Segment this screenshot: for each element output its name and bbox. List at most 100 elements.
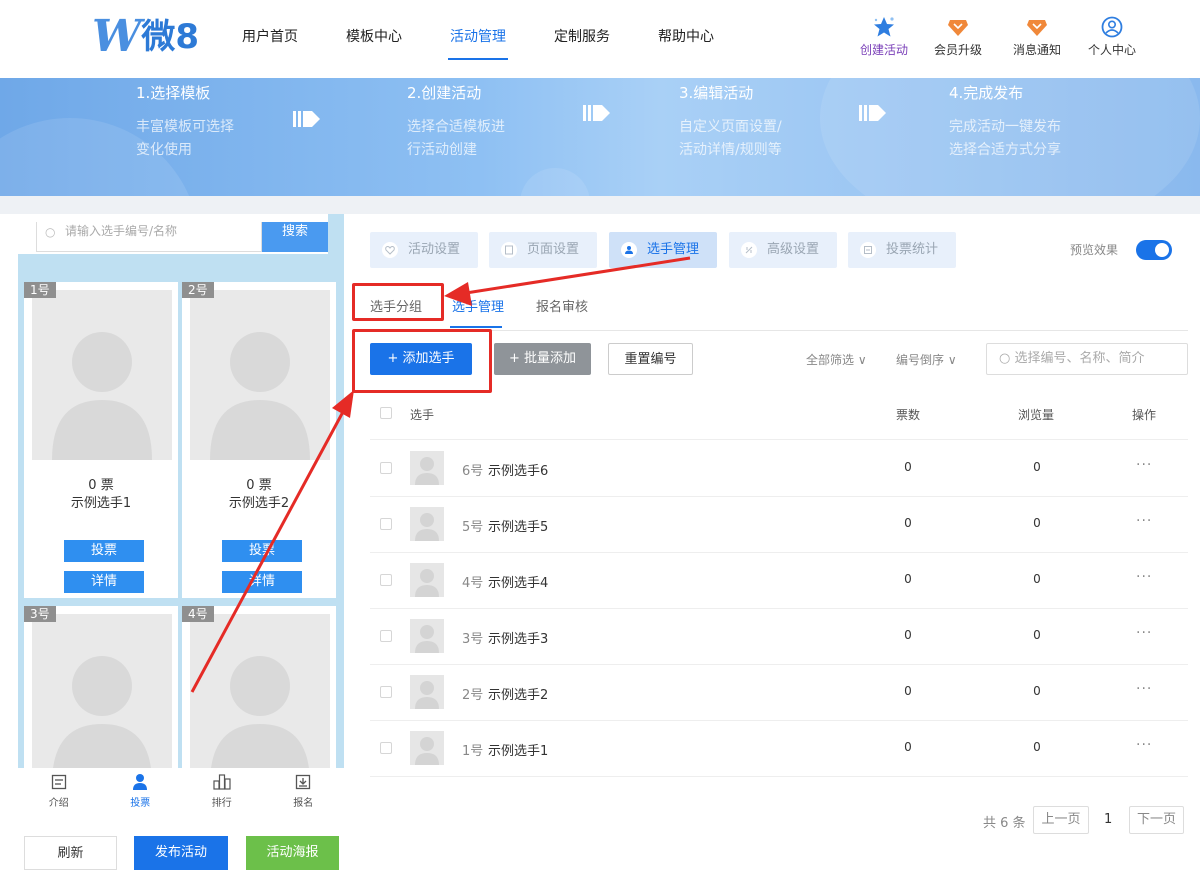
nav-item-templates[interactable]: 模板中心 [322,0,426,78]
logo[interactable]: W 微8 [92,14,199,60]
toggle-knob [1155,243,1169,257]
step-desc: 自定义页面设置/ [679,119,782,135]
preview-toggle-label: 预览效果 [1070,243,1119,257]
row-checkbox[interactable] [380,742,392,754]
more-actions-icon[interactable]: ··· [1136,457,1152,473]
player-number: 1号 [462,744,484,759]
user-center-label: 个人中心 [1087,43,1136,57]
step-desc: 完成活动一键发布 [949,119,1061,135]
nav-item-custom-service[interactable]: 定制服务 [530,0,634,78]
header-votes: 票数 [896,408,921,422]
bottom-nav-signup[interactable]: 报名 [263,768,345,812]
more-actions-icon[interactable]: ··· [1136,625,1152,641]
settings-icon [741,242,757,258]
player-views: 0 [1033,516,1041,530]
chevron-down-icon: ∨ [857,353,867,367]
header-views: 浏览量 [1018,408,1055,422]
search-icon: ○ [45,225,56,239]
intro-icon [18,772,100,792]
pager-total: 共 6 条 [983,816,1026,831]
bottom-nav-ranking[interactable]: 排行 [181,768,263,812]
main-nav: 用户首页 模板中心 活动管理 定制服务 帮助中心 [218,0,738,78]
detail-button[interactable]: 详情 [64,571,144,593]
player-votes: 0 [904,740,912,754]
search-placeholder: 选择编号、名称、简介 [1014,351,1145,366]
arrow-head [332,390,354,418]
activity-poster-button[interactable]: 活动海报 [246,836,339,870]
preview-bottom-nav: 介绍 投票 排行 报名 [18,768,344,812]
step-title: 4.完成发布 [949,84,1024,102]
filter-all-label: 全部筛选 [806,353,855,367]
bell-icon [1008,16,1066,38]
more-actions-icon[interactable]: ··· [1136,681,1152,697]
user-center-button[interactable]: 个人中心 [1083,16,1141,58]
search-icon: ○ [999,351,1011,366]
logo-letter: W [92,11,141,62]
notifications-label: 消息通知 [1012,43,1061,57]
player-number-badge: 3号 [24,606,56,622]
player-votes: 0 [904,572,912,586]
step-desc: 行活动创建 [407,142,477,158]
nav-item-home[interactable]: 用户首页 [218,0,322,78]
current-page[interactable]: 1 [1104,812,1112,827]
next-page-button[interactable]: 下一页 [1129,806,1184,834]
bottom-nav-intro[interactable]: 介绍 [18,768,100,812]
player-number-badge: 1号 [24,282,56,298]
tab-vote-statistics[interactable]: 投票统计 [848,232,956,268]
tab-label: 投票统计 [886,242,939,257]
star-icon [855,16,913,38]
notifications-button[interactable]: 消息通知 [1008,16,1066,58]
more-actions-icon[interactable]: ··· [1136,513,1152,529]
member-upgrade-button[interactable]: 会员升级 [929,16,987,58]
annotation-arrows [190,256,691,693]
table-row: 1号 示例选手1 0 0 ··· [370,721,1188,777]
ranking-icon [181,772,263,792]
step-desc: 变化使用 [136,142,192,158]
section-divider [0,196,1200,214]
more-actions-icon[interactable]: ··· [1136,569,1152,585]
step-desc: 选择合适模板进 [407,119,505,135]
player-name: 示例选手1 [70,496,132,511]
sort-dropdown[interactable]: 编号倒序 ∨ [896,351,957,368]
nav-item-activities[interactable]: 活动管理 [426,0,530,78]
logo-text: 微8 [141,17,200,57]
preview-search-button[interactable]: 搜索 [262,222,328,252]
player-card: 1号 0 票 示例选手1 投票 详情 [24,282,178,598]
publish-activity-button[interactable]: 发布活动 [134,836,228,870]
step-arrow-icon [583,105,610,121]
chevron-down-icon: ∨ [947,353,957,367]
signup-icon [263,772,345,792]
refresh-button[interactable]: 刷新 [24,836,117,870]
player-votes: 0 [904,628,912,642]
player-views: 0 [1033,684,1041,698]
bottom-nav-label: 报名 [293,798,314,809]
preview-search-input[interactable]: ○ 请输入选手编号/名称 [36,222,262,252]
player-avatar [410,731,444,765]
vote-button[interactable]: 投票 [64,540,144,562]
player-photo [32,290,172,460]
more-actions-icon[interactable]: ··· [1136,737,1152,753]
create-activity-label: 创建活动 [859,43,908,57]
prev-page-button[interactable]: 上一页 [1033,806,1089,834]
preview-toggle[interactable] [1136,240,1172,260]
create-activity-button[interactable]: 创建活动 [855,16,913,58]
bottom-nav-vote[interactable]: 投票 [100,768,182,812]
person-icon [100,772,182,792]
chart-icon [860,242,876,258]
arrow-line [190,409,346,693]
step-title: 1.选择模板 [136,84,211,102]
player-votes: 0 票 [88,478,114,493]
player-views: 0 [1033,740,1041,754]
player-card: 3号 [24,606,178,774]
tab-advanced-settings[interactable]: 高级设置 [729,232,837,268]
player-search-input[interactable]: ○ 选择编号、名称、简介 [986,343,1188,375]
bottom-nav-label: 排行 [211,798,232,809]
nav-item-help[interactable]: 帮助中心 [634,0,738,78]
step-arrow-icon [859,105,886,121]
player-views: 0 [1033,572,1041,586]
step-title: 3.编辑活动 [679,84,754,102]
step-desc: 选择合适方式分享 [949,142,1061,158]
filter-all-dropdown[interactable]: 全部筛选 ∨ [806,351,867,368]
bottom-nav-label: 投票 [130,798,151,809]
member-upgrade-label: 会员升级 [933,43,982,57]
